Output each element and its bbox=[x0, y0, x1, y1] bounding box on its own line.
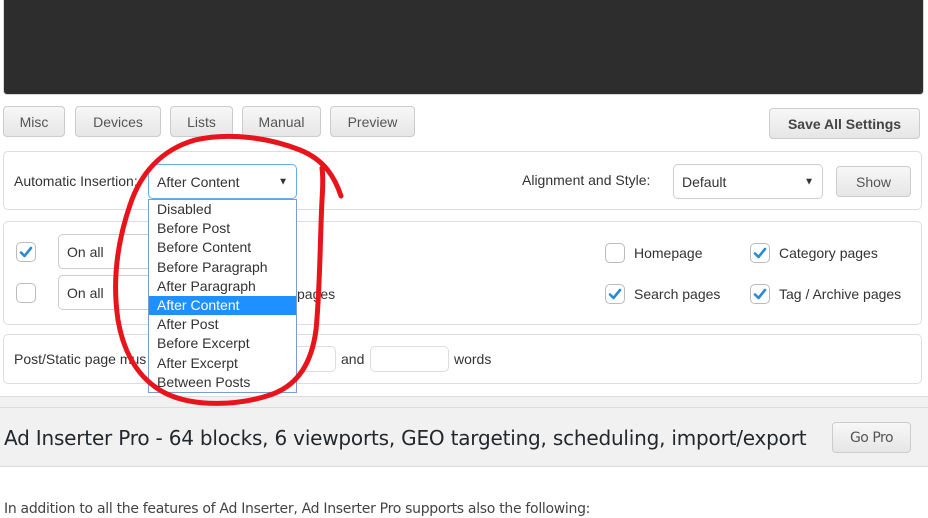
tab-preview-label: Preview bbox=[347, 113, 398, 130]
tab-devices[interactable]: Devices bbox=[75, 106, 161, 137]
dropdown-option[interactable]: After Content bbox=[149, 295, 296, 316]
tab-misc[interactable]: Misc bbox=[3, 106, 65, 137]
dropdown-option[interactable]: Between Posts bbox=[149, 373, 296, 392]
checkmark-icon bbox=[608, 288, 622, 300]
filter-row2-select[interactable]: On all bbox=[58, 275, 158, 310]
filter-row1-checkbox[interactable] bbox=[16, 242, 36, 262]
search-pages-checkbox[interactable] bbox=[605, 284, 625, 304]
go-pro-button[interactable]: Go Pro bbox=[832, 422, 911, 453]
alignment-style-select[interactable]: Default ▼ bbox=[673, 164, 823, 199]
show-label: Show bbox=[855, 173, 892, 190]
tab-lists[interactable]: Lists bbox=[170, 106, 233, 137]
checkmark-icon bbox=[753, 247, 767, 259]
dropdown-option[interactable]: After Paragraph bbox=[149, 277, 296, 296]
filter-row2-value: On all bbox=[67, 284, 104, 301]
automatic-insertion-select[interactable]: After Content ▼ bbox=[148, 164, 297, 199]
automatic-insertion-value: After Content bbox=[157, 173, 240, 190]
tab-manual[interactable]: Manual bbox=[242, 106, 321, 137]
dropdown-option[interactable]: Before Paragraph bbox=[149, 258, 296, 277]
save-all-settings-button[interactable]: Save All Settings bbox=[769, 108, 920, 139]
automatic-insertion-options[interactable]: Disabled Before Post Before Content Before … bbox=[148, 199, 297, 393]
tab-preview[interactable]: Preview bbox=[330, 106, 415, 137]
alignment-style-value: Default bbox=[682, 173, 727, 190]
words-label: words bbox=[454, 351, 492, 367]
dropdown-option[interactable]: Before Excerpt bbox=[149, 334, 296, 353]
tab-devices-label: Devices bbox=[93, 113, 143, 130]
filter-row1-select[interactable]: On all bbox=[58, 234, 158, 269]
homepage-label: Homepage bbox=[634, 245, 703, 261]
automatic-insertion-label: Automatic Insertion: bbox=[14, 173, 138, 189]
code-editor-area[interactable] bbox=[3, 0, 924, 95]
checkmark-icon bbox=[19, 246, 33, 258]
chevron-down-icon: ▼ bbox=[804, 176, 814, 187]
dropdown-option[interactable]: Before Content bbox=[149, 238, 296, 257]
tab-lists-label: Lists bbox=[187, 113, 216, 130]
tab-manual-label: Manual bbox=[258, 113, 305, 130]
pro-banner: Ad Inserter Pro - 64 blocks, 6 viewports… bbox=[0, 407, 928, 467]
and-label: and bbox=[341, 351, 365, 367]
homepage-checkbox[interactable] bbox=[605, 243, 625, 263]
alignment-style-label: Alignment and Style: bbox=[522, 172, 651, 188]
tag-archive-pages-label: Tag / Archive pages bbox=[779, 286, 902, 302]
go-pro-label: Go Pro bbox=[849, 429, 894, 446]
dropdown-option[interactable]: Disabled bbox=[149, 200, 296, 219]
save-all-settings-label: Save All Settings bbox=[787, 115, 902, 132]
filter-row2-checkbox[interactable] bbox=[16, 283, 36, 303]
pro-title: Ad Inserter Pro - 64 blocks, 6 viewports… bbox=[4, 426, 807, 450]
category-pages-label: Category pages bbox=[779, 245, 878, 261]
filter-row1-value: On all bbox=[67, 243, 104, 260]
filter-row2-trailing-text: pages bbox=[297, 286, 336, 302]
word-count-label: Post/Static page mus bbox=[14, 351, 147, 367]
pro-description: In addition to all the features of Ad In… bbox=[4, 501, 591, 517]
checkmark-icon bbox=[753, 288, 767, 300]
chevron-down-icon: ▼ bbox=[278, 176, 288, 187]
dropdown-option[interactable]: Before Post bbox=[149, 219, 296, 238]
dropdown-option[interactable]: After Excerpt bbox=[149, 354, 296, 373]
tab-misc-label: Misc bbox=[19, 113, 49, 130]
category-pages-checkbox[interactable] bbox=[750, 243, 770, 263]
show-button[interactable]: Show bbox=[836, 166, 911, 197]
tag-archive-pages-checkbox[interactable] bbox=[750, 284, 770, 304]
max-words-input[interactable] bbox=[370, 346, 449, 372]
search-pages-label: Search pages bbox=[634, 286, 721, 302]
dropdown-option[interactable]: After Post bbox=[149, 315, 296, 334]
